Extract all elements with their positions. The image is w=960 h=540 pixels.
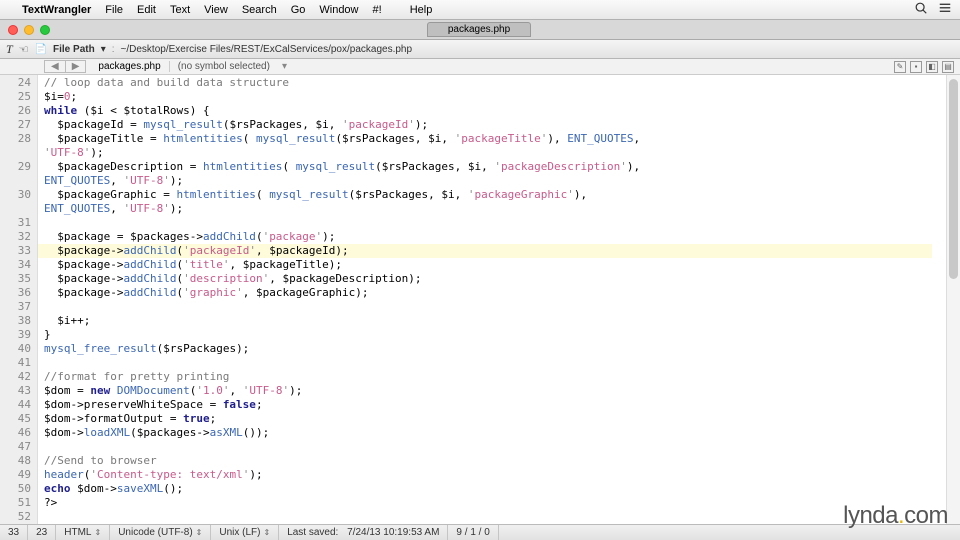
file-path: ~/Desktop/Exercise Files/REST/ExCalServi… bbox=[121, 44, 413, 55]
window-titlebar: packages.php bbox=[0, 20, 960, 40]
path-separator: : bbox=[112, 44, 115, 55]
watermark-brand: lynda bbox=[843, 502, 898, 529]
traffic-lights bbox=[0, 25, 58, 35]
doc-icon: 📄 bbox=[35, 44, 47, 55]
encoding-popup[interactable]: Unicode (UTF-8)⇕ bbox=[110, 525, 211, 540]
menu-help[interactable]: Help bbox=[410, 4, 433, 16]
menu-shebang[interactable]: #! bbox=[373, 4, 382, 16]
app-name[interactable]: TextWrangler bbox=[22, 4, 91, 16]
split-icon[interactable]: ◧ bbox=[926, 61, 938, 73]
editor: 24 25 26 27 28 29 30 31 32 33 34 35 36 3… bbox=[0, 75, 960, 529]
line-endings-popup[interactable]: Unix (LF)⇕ bbox=[211, 525, 279, 540]
menubar: TextWrangler File Edit Text View Search … bbox=[0, 0, 960, 20]
panel-icon[interactable]: ▤ bbox=[942, 61, 954, 73]
scrollbar-thumb[interactable] bbox=[949, 79, 958, 279]
menu-text[interactable]: Text bbox=[170, 4, 190, 16]
zoom-window-button[interactable] bbox=[40, 25, 50, 35]
nav-forward-button[interactable]: ▶ bbox=[66, 61, 86, 72]
watermark-suffix: com bbox=[904, 502, 948, 529]
language-popup[interactable]: HTML⇕ bbox=[56, 525, 110, 540]
menu-search[interactable]: Search bbox=[242, 4, 277, 16]
selection-counts: 9 / 1 / 0 bbox=[448, 525, 498, 540]
doc-status-icon[interactable]: ▪ bbox=[910, 61, 922, 73]
file-popup[interactable]: packages.php bbox=[90, 61, 169, 72]
tab-title: packages.php bbox=[448, 24, 510, 35]
close-window-button[interactable] bbox=[8, 25, 18, 35]
menu-file[interactable]: File bbox=[105, 4, 123, 16]
line-gutter: 24 25 26 27 28 29 30 31 32 33 34 35 36 3… bbox=[0, 75, 38, 529]
last-saved: Last saved: 7/24/13 10:19:53 AM bbox=[279, 525, 448, 540]
status-bar: 33 23 HTML⇕ Unicode (UTF-8)⇕ Unix (LF)⇕ … bbox=[0, 524, 960, 540]
minimize-window-button[interactable] bbox=[24, 25, 34, 35]
history-nav: ◀ ▶ bbox=[44, 60, 86, 73]
document-tab[interactable]: packages.php bbox=[427, 22, 531, 37]
code-area[interactable]: // loop data and build data structure $i… bbox=[38, 75, 946, 529]
notification-center-icon[interactable] bbox=[938, 1, 952, 18]
symbol-popup[interactable]: (no symbol selected) bbox=[170, 61, 278, 72]
menu-window[interactable]: Window bbox=[319, 4, 358, 16]
cursor-col: 23 bbox=[28, 525, 56, 540]
menu-go[interactable]: Go bbox=[291, 4, 306, 16]
watermark: lynda.com bbox=[843, 502, 948, 530]
vertical-scrollbar[interactable] bbox=[946, 75, 960, 529]
cursor-line: 33 bbox=[0, 525, 28, 540]
navigation-bar: ◀ ▶ packages.php (no symbol selected) ▾ … bbox=[0, 59, 960, 75]
spotlight-icon[interactable] bbox=[914, 1, 928, 18]
text-tool-icon[interactable]: T bbox=[6, 42, 13, 57]
drag-handle-icon[interactable]: ☜ bbox=[19, 43, 29, 56]
nav-back-button[interactable]: ◀ bbox=[45, 61, 66, 72]
pencil-icon[interactable]: ✎ bbox=[894, 61, 906, 73]
path-label: File Path bbox=[53, 44, 95, 55]
path-bar: T ☜ 📄 File Path ▾ : ~/Desktop/Exercise F… bbox=[0, 40, 960, 59]
symbol-dropdown-icon[interactable]: ▾ bbox=[278, 61, 291, 72]
menu-edit[interactable]: Edit bbox=[137, 4, 156, 16]
path-dropdown-icon[interactable]: ▾ bbox=[101, 44, 106, 55]
menu-view[interactable]: View bbox=[204, 4, 228, 16]
